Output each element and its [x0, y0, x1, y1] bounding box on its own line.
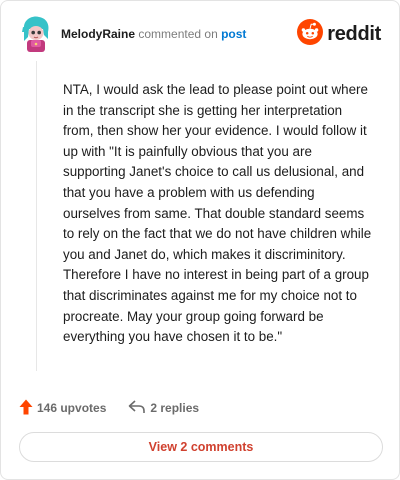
replies-button[interactable]: 2 replies [128, 399, 200, 417]
reddit-wordmark: reddit [327, 22, 381, 45]
upvote-count: 146 upvotes [37, 401, 107, 415]
action-text: commented on [138, 27, 218, 41]
reddit-logo[interactable]: reddit [297, 18, 381, 50]
upvote-arrow-icon [19, 399, 33, 418]
comment-header: MelodyRaine commented on post reddit [19, 15, 381, 55]
reply-arrow-icon [128, 399, 146, 417]
comment-card: MelodyRaine commented on post reddit NTA… [0, 0, 400, 480]
comment-actions: 146 upvotes 2 replies [19, 397, 199, 419]
reddit-snoo-icon [297, 18, 324, 50]
comment-text: NTA, I would ask the lead to please poin… [63, 82, 372, 345]
user-avatar[interactable] [19, 15, 53, 53]
upvote-button[interactable]: 146 upvotes [19, 399, 106, 418]
replies-count: 2 replies [150, 401, 200, 415]
comment-meta: MelodyRaine commented on post [61, 27, 246, 41]
view-comments-button[interactable]: View 2 comments [19, 432, 383, 462]
thread-line[interactable] [36, 61, 37, 371]
username-link[interactable]: MelodyRaine [61, 27, 135, 41]
post-link[interactable]: post [221, 27, 246, 41]
